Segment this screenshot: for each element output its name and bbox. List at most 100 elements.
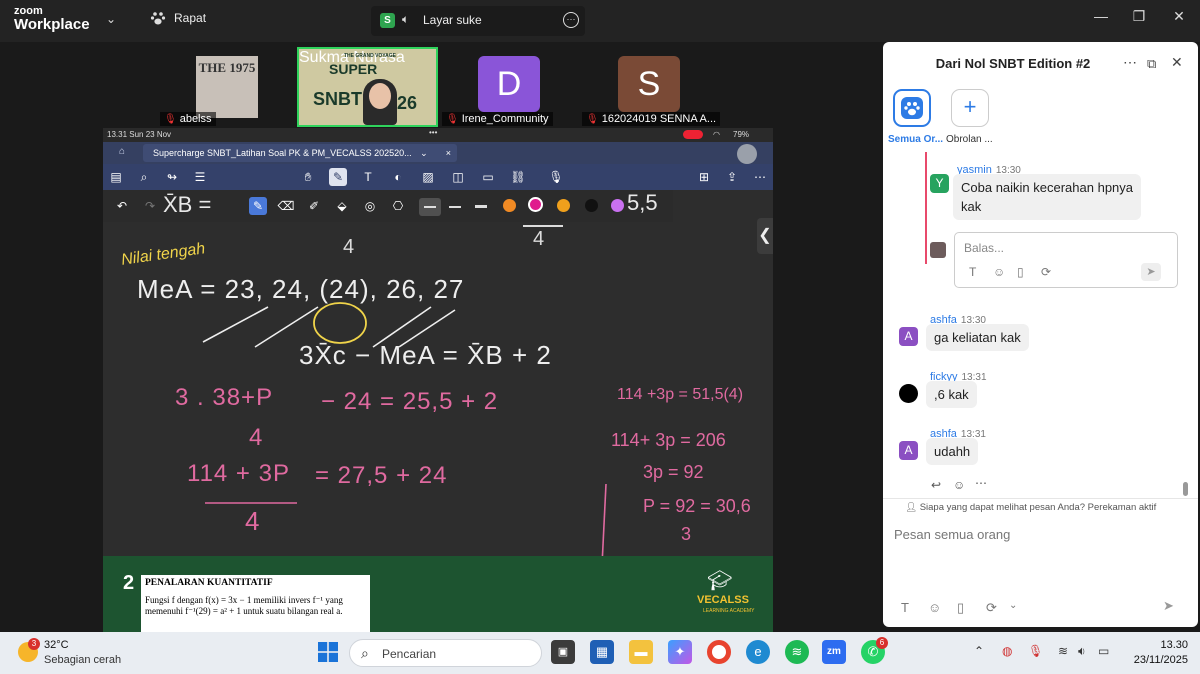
person-icon: 👤︎ — [905, 502, 920, 513]
scrollbar[interactable] — [1183, 482, 1188, 496]
chevron-down-icon[interactable]: ⌄ — [1009, 600, 1017, 611]
vecalss-subtitle: LEARNING ACADEMY — [703, 608, 755, 614]
fill-icon[interactable]: ⬙ — [333, 197, 351, 215]
paw-icon — [901, 97, 923, 119]
home-icon[interactable]: ⌂ — [119, 146, 125, 157]
stroke-thin-icon — [424, 206, 436, 208]
search-box[interactable]: ⌕ Pencarian — [349, 639, 542, 667]
close-button[interactable]: ✕ — [1164, 8, 1194, 28]
vecalss-logo: VECALSS — [697, 594, 749, 606]
microphone-icon[interactable]: 🎙︎ — [547, 168, 565, 186]
volume-icon[interactable]: 🔉︎ — [1078, 644, 1086, 659]
thread-line — [925, 152, 927, 264]
image-icon[interactable]: ▨ — [419, 168, 437, 186]
lasso-icon[interactable]: ◎ — [361, 197, 379, 215]
eraser-icon[interactable]: ⌫ — [277, 197, 295, 215]
close-icon[interactable]: ✕ — [1171, 54, 1183, 71]
windows-start-icon[interactable] — [318, 642, 338, 662]
color-orange-swatch[interactable] — [503, 199, 516, 212]
send-icon[interactable]: ➤ — [1141, 263, 1161, 281]
question-line1: Fungsi f dengan f(x) = 3x − 1 memiliki i… — [145, 595, 343, 605]
undo-icon[interactable]: ↶ — [113, 197, 131, 215]
file-icon[interactable]: ▯ — [1017, 265, 1024, 279]
speaker-icon[interactable]: 🔈︎ — [402, 12, 409, 27]
popout-icon[interactable]: ⧉ — [1147, 56, 1156, 72]
chrome-icon[interactable] — [707, 640, 731, 664]
more-icon[interactable]: ⋯ — [975, 476, 987, 490]
pen-tool-icon[interactable]: ✎ — [329, 168, 347, 186]
pen-icon[interactable]: ✎ — [249, 197, 267, 215]
minimize-button[interactable]: — — [1086, 8, 1116, 28]
board-eq-row2-den: 4 — [245, 506, 260, 536]
paw-icon — [150, 12, 166, 25]
color-purple-swatch[interactable] — [611, 199, 624, 212]
participant-name: 🎙︎ 162024019 SENNA A... — [582, 112, 721, 126]
more-icon[interactable]: ⋯ — [751, 168, 769, 186]
format-icon[interactable]: T — [969, 265, 976, 279]
message-bubble: ga keliatan kak — [926, 324, 1029, 351]
color-black-swatch[interactable] — [585, 199, 598, 212]
reply-box[interactable]: Balas... T ☺ ▯ ⟳ ➤ — [954, 232, 1178, 288]
participant-tile-active[interactable]: THE GRAND VOYAGE SUPER SNBT 26 Sukma Nur… — [297, 47, 438, 127]
bookmark-icon[interactable]: ↬ — [163, 168, 181, 186]
participant-tile[interactable]: S 🎙︎ 162024019 SENNA A... — [578, 46, 721, 126]
reaction-icon[interactable]: ☺ — [953, 478, 965, 492]
clock-time[interactable]: 13.30 — [1128, 639, 1188, 651]
copilot-icon[interactable]: ✦ — [668, 640, 692, 664]
screenshot-icon[interactable]: ⟳ — [1041, 265, 1051, 279]
shape-pen-icon[interactable]: ⎔ — [389, 197, 407, 215]
store-icon[interactable]: ▦ — [590, 640, 614, 664]
outline-icon[interactable]: ☰ — [191, 168, 209, 186]
wifi-icon[interactable]: ≋ — [1058, 644, 1068, 658]
highlighter-icon[interactable]: ✐ — [305, 197, 323, 215]
reply-icon[interactable]: ↩︎ — [931, 478, 941, 492]
screenshot-icon[interactable]: ⟳ — [986, 600, 997, 616]
tab-all[interactable] — [893, 89, 931, 127]
hand-icon[interactable]: ✋︎ — [299, 168, 317, 186]
chevron-down-icon[interactable]: ⌄ — [420, 148, 428, 158]
link-icon[interactable]: ⛓︎ — [509, 168, 527, 186]
restore-button[interactable]: ❐ — [1124, 8, 1154, 28]
sticker-icon[interactable]: ◫ — [449, 168, 467, 186]
stroke-thick-icon[interactable] — [475, 205, 487, 208]
text-icon[interactable]: T — [359, 168, 377, 186]
more-icon[interactable]: ⋯ — [1123, 54, 1137, 71]
close-tab-icon[interactable]: × — [446, 144, 451, 162]
task-view-icon[interactable]: ▣ — [551, 640, 575, 664]
new-chat-button[interactable]: + — [951, 89, 989, 127]
more-icon[interactable]: ··· — [563, 12, 579, 28]
note-icon[interactable]: ▭ — [479, 168, 497, 186]
spotify-icon[interactable]: ≋ — [785, 640, 809, 664]
stroke-medium-icon[interactable] — [449, 206, 461, 208]
file-explorer-icon[interactable]: ▬ — [629, 640, 653, 664]
shape-icon[interactable]: ◐ — [389, 168, 407, 186]
document-tab[interactable]: Supercharge SNBT_Latihan Soal PK & PM_VE… — [143, 144, 457, 162]
message-input[interactable]: Pesan semua orang — [894, 527, 1010, 542]
battery-icon[interactable]: ▭ — [1098, 644, 1109, 658]
clock-date[interactable]: 23/11/2025 — [1118, 654, 1188, 666]
send-icon[interactable]: ➤ — [1163, 598, 1174, 614]
emoji-icon[interactable]: ☺ — [928, 600, 941, 615]
color-pink-swatch[interactable] — [528, 197, 543, 212]
chevron-down-icon[interactable]: ⌄ — [106, 12, 116, 26]
participant-tile[interactable]: D 🎙︎ Irene_Community — [438, 46, 580, 126]
edge-icon[interactable]: e — [746, 640, 770, 664]
sidebar-icon[interactable]: ▤ — [107, 168, 125, 186]
participant-tile[interactable]: THE 1975 🎙︎ abelss — [156, 46, 298, 126]
color-amber-swatch[interactable] — [557, 199, 570, 212]
search-icon[interactable]: ⌕ — [135, 168, 153, 186]
emoji-icon[interactable]: ☺ — [993, 265, 1005, 279]
mic-tray-icon[interactable]: 🎙︎ — [1028, 644, 1043, 658]
tray-app-icon[interactable]: ◍ — [1002, 644, 1012, 658]
shared-screen[interactable]: 13.31 Sun 23 Nov ••• ◠ 79% ⌂ Supercharge… — [103, 128, 773, 632]
share-icon[interactable]: ⇪ — [723, 168, 741, 186]
weather-badge: 3 — [28, 638, 40, 650]
format-icon[interactable]: T — [901, 600, 909, 615]
slide-banner-year: 26 — [397, 93, 418, 113]
redo-icon[interactable]: ↷ — [141, 197, 159, 215]
chevron-up-icon[interactable]: ⌃ — [974, 644, 984, 658]
meeting-menu[interactable]: Rapat — [150, 10, 206, 26]
add-page-icon[interactable]: ⊞ — [695, 168, 713, 186]
file-icon[interactable]: ▯ — [957, 600, 964, 616]
zoom-icon[interactable]: zm — [822, 640, 846, 664]
